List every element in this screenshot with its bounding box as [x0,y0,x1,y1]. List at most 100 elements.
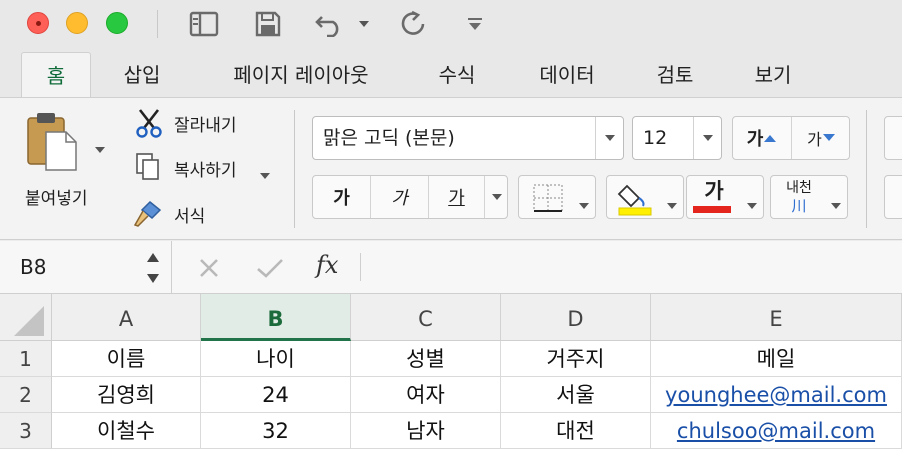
minimize-window-button[interactable] [66,12,88,34]
cell-d2[interactable]: 서울 [501,377,651,413]
shrink-arrow-icon [822,134,835,141]
format-painter-icon[interactable] [132,198,164,228]
sidebar-toggle-icon[interactable] [186,8,222,40]
tab-home[interactable]: 홈 [21,52,91,100]
font-size-dropdown-icon[interactable] [693,117,721,159]
font-size-adjust-group: 가 가 [732,116,850,160]
insert-function-icon[interactable]: fx [316,251,338,279]
fill-color-button[interactable] [606,175,684,219]
row-header-1[interactable]: 1 [0,341,52,377]
cell-a3[interactable]: 이철수 [52,413,201,449]
spreadsheet-grid: A B C D E 1 이름 나이 성별 거주지 메일 2 김영희 24 여자 … [0,294,902,452]
bold-button[interactable]: 가 [313,176,371,218]
column-header-d[interactable]: D [501,294,651,341]
enter-check-icon[interactable] [256,257,284,283]
text-style-group: 가 가 가 [312,175,508,219]
ribbon-tabs: 홈 삽입 페이지 레이아웃 수식 데이터 검토 보기 [0,48,902,100]
cell-e2-email-link[interactable]: younghee@mail.com [651,377,902,413]
alignment-button-partial[interactable] [884,116,902,160]
paste-icon[interactable] [24,110,80,172]
italic-label: 가 [391,188,408,209]
zoom-window-button[interactable] [106,12,128,34]
cell-c1[interactable]: 성별 [351,341,501,377]
phonetic-dropdown-icon[interactable] [831,194,841,213]
paste-dropdown-icon[interactable] [95,138,105,157]
underline-dropdown-icon[interactable] [485,176,509,218]
cell-d1[interactable]: 거주지 [501,341,651,377]
italic-button[interactable]: 가 [371,176,429,218]
column-header-a[interactable]: A [52,294,201,341]
tab-data[interactable]: 데이터 [522,52,612,98]
ribbon-home: 붙여넣기 잘라내기 복사하기 서식 맑은 고딕 (본문) 12 가 가 가 가 [0,97,902,240]
fill-color-dropdown-icon[interactable] [667,194,677,213]
indent-button-partial[interactable] [884,175,902,219]
cell-a2[interactable]: 김영희 [52,377,201,413]
cell-c3[interactable]: 남자 [351,413,501,449]
ribbon-group-divider-2 [866,110,867,228]
font-name-select[interactable]: 맑은 고딕 (본문) [312,116,624,160]
underline-button[interactable]: 가 [429,176,485,218]
tab-formulas[interactable]: 수식 [424,52,490,98]
cell-b3[interactable]: 32 [201,413,351,449]
font-name-dropdown-icon[interactable] [595,117,623,159]
cell-b1[interactable]: 나이 [201,341,351,377]
row-header-2[interactable]: 2 [0,377,52,413]
cut-icon[interactable] [134,108,164,138]
formula-input[interactable] [370,241,902,294]
copy-label[interactable]: 복사하기 [174,156,237,181]
phonetic-top-label: 내천 [786,180,812,196]
column-header-e[interactable]: E [651,294,902,341]
borders-dropdown-icon[interactable] [579,194,589,213]
tab-page-layout[interactable]: 페이지 레이아웃 [208,52,394,98]
select-all-corner[interactable] [0,294,52,341]
font-size-value: 12 [643,127,668,149]
close-window-button[interactable] [27,12,49,34]
grow-font-label: 가 [746,129,764,150]
column-header-b[interactable]: B [201,294,351,341]
format-painter-label[interactable]: 서식 [174,202,205,227]
formula-bar: B8 fx [0,241,902,294]
font-size-select[interactable]: 12 [632,116,722,160]
cell-b2[interactable]: 24 [201,377,351,413]
customize-toolbar-icon[interactable] [462,8,488,40]
cell-e3-email-link[interactable]: chulsoo@mail.com [651,413,902,449]
tab-insert[interactable]: 삽입 [110,52,174,98]
row-header-3[interactable]: 3 [0,413,52,449]
undo-dropdown-icon[interactable] [356,8,372,40]
borders-button[interactable] [518,175,596,219]
phonetic-guide-button[interactable]: 내천 川 [770,175,848,219]
tab-review[interactable]: 검토 [642,52,708,98]
font-color-button[interactable]: 가 [686,175,764,219]
formula-divider [360,253,361,281]
copy-icon[interactable] [134,152,162,182]
column-header-c[interactable]: C [351,294,501,341]
paste-label[interactable]: 붙여넣기 [25,184,88,209]
font-name-value: 맑은 고딕 (본문) [323,127,455,149]
undo-icon[interactable] [310,8,350,40]
tab-view[interactable]: 보기 [740,52,806,98]
borders-icon [533,184,563,216]
underline-label: 가 [448,188,465,209]
shrink-font-label: 가 [807,130,822,149]
cancel-icon[interactable] [198,257,220,283]
shrink-font-button[interactable]: 가 [792,117,851,159]
cell-c2[interactable]: 여자 [351,377,501,413]
formula-actions: fx [172,241,362,294]
cell-e1[interactable]: 메일 [651,341,902,377]
grow-font-button[interactable]: 가 [733,117,792,159]
name-box[interactable]: B8 [0,241,172,294]
cell-a1[interactable]: 이름 [52,341,201,377]
bold-label: 가 [333,188,350,209]
font-color-swatch [693,206,731,213]
fill-bucket-icon [617,180,655,220]
save-icon[interactable] [250,8,286,40]
redo-icon[interactable] [396,8,430,40]
phonetic-bottom-label: 川 [791,197,807,215]
copy-dropdown-icon[interactable] [260,164,270,183]
cell-d3[interactable]: 대전 [501,413,651,449]
cut-label[interactable]: 잘라내기 [174,111,237,136]
font-color-dropdown-icon[interactable] [747,194,757,213]
select-all-icon [14,306,44,336]
font-color-label: 가 [704,179,724,203]
name-box-value: B8 [20,255,47,279]
